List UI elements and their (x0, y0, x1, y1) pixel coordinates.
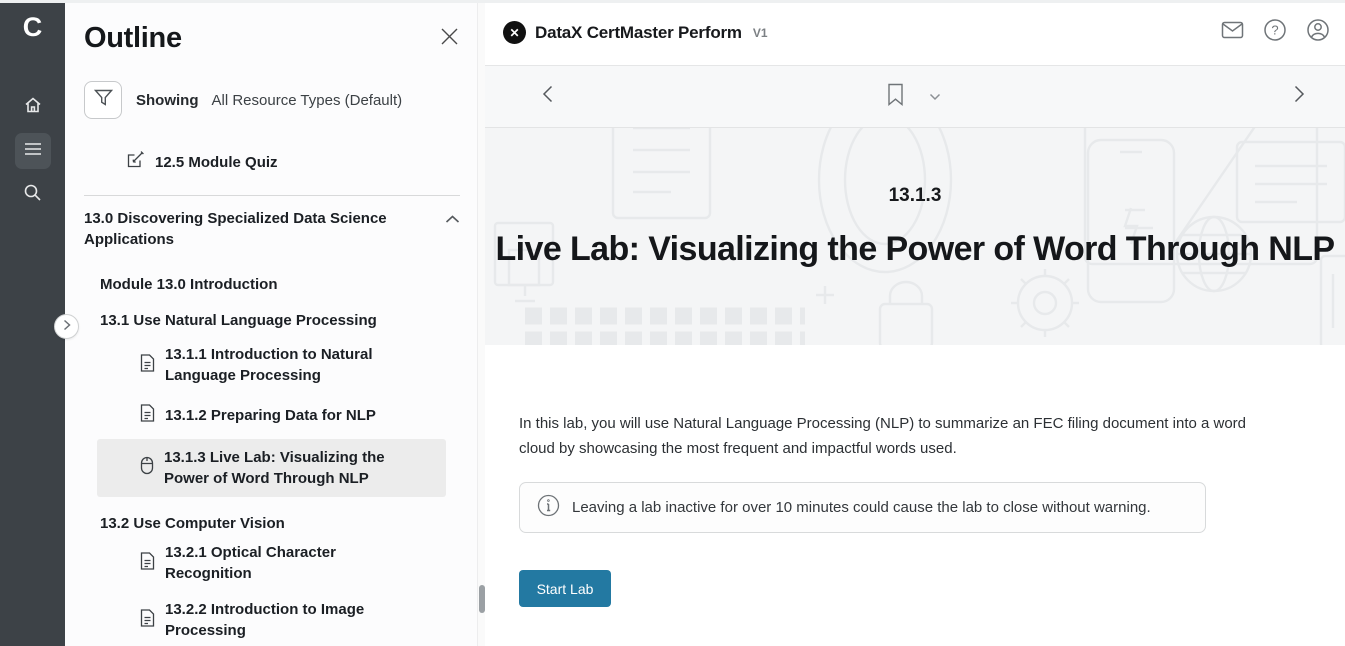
lesson-content: In this lab, you will use Natural Langua… (485, 345, 1345, 607)
notice-text: Leaving a lab inactive for over 10 minut… (572, 499, 1151, 516)
help-button[interactable]: ? (1262, 20, 1288, 46)
close-icon (440, 27, 459, 51)
lesson-nav-bar (485, 66, 1345, 128)
outline-item-13-2-1[interactable]: 13.2.1 Optical Character Recognition (84, 542, 460, 584)
chevron-right-icon (1294, 85, 1305, 108)
outline-item-label: 13.2.2 Introduction to Image Processing (165, 599, 393, 641)
outline-menu-button[interactable] (15, 133, 51, 169)
comptia-logo: C (23, 14, 43, 41)
course-header: ✕ DataX CertMaster Perform V1 ? (485, 0, 1345, 66)
outline-item-module-intro[interactable]: Module 13.0 Introduction (84, 276, 460, 293)
svg-text:?: ? (1271, 23, 1278, 38)
chevron-down-icon (929, 88, 941, 106)
outline-item-label: 12.5 Module Quiz (155, 154, 278, 171)
start-lab-button[interactable]: Start Lab (519, 570, 611, 607)
collapse-module-button[interactable] (445, 211, 460, 229)
messages-button[interactable] (1219, 20, 1245, 46)
account-icon (1306, 18, 1330, 47)
outline-item-13-2-2[interactable]: 13.2.2 Introduction to Image Processing (84, 599, 460, 641)
outline-scrollbar-thumb[interactable] (479, 585, 485, 613)
course-version-badge: V1 (753, 26, 768, 40)
help-icon: ? (1263, 18, 1287, 47)
account-button[interactable] (1305, 20, 1331, 46)
outline-item-label: 13.1.3 Live Lab: Visualizing the Power o… (164, 447, 392, 489)
lab-inactivity-notice: Leaving a lab inactive for over 10 minut… (519, 482, 1206, 533)
document-icon (140, 404, 155, 427)
outline-item-label: 13.1.2 Preparing Data for NLP (165, 405, 376, 426)
app-window: C Outline (0, 0, 1345, 646)
filter-value: All Resource Types (Default) (212, 92, 403, 109)
mouse-icon (140, 456, 154, 480)
datax-logo-icon: ✕ (503, 21, 526, 44)
document-icon (140, 552, 155, 575)
home-icon (23, 95, 43, 120)
home-button[interactable] (15, 89, 51, 125)
outline-item-13-1-2[interactable]: 13.1.2 Preparing Data for NLP (84, 404, 460, 427)
outline-divider (84, 195, 460, 196)
next-lesson-button[interactable] (1287, 85, 1311, 109)
mail-icon (1221, 21, 1244, 44)
filter-button[interactable] (84, 81, 122, 119)
document-icon (140, 609, 155, 632)
chevron-left-icon (542, 85, 553, 108)
lesson-number: 13.1.3 (889, 185, 942, 207)
filter-showing-label: Showing (136, 92, 199, 109)
chevron-up-icon (445, 211, 460, 228)
outline-scrollbar[interactable] (477, 0, 485, 646)
previous-lesson-button[interactable] (535, 85, 559, 109)
main-area: ✕ DataX CertMaster Perform V1 ? (485, 0, 1345, 646)
outline-item-13-1-1[interactable]: 13.1.1 Introduction to Natural Language … (84, 344, 460, 386)
info-icon (537, 494, 560, 522)
outline-item-13-1-3-selected[interactable]: 13.1.3 Live Lab: Visualizing the Power o… (97, 439, 446, 497)
outline-collapse-toggle[interactable] (54, 314, 79, 339)
document-icon (140, 354, 155, 377)
outline-item-13-2[interactable]: 13.2 Use Computer Vision (84, 515, 460, 532)
lesson-description: In this lab, you will use Natural Langua… (519, 411, 1256, 461)
edit-icon (126, 150, 145, 174)
chevron-right-icon (63, 318, 71, 336)
search-icon (23, 183, 42, 207)
lesson-banner: 13.1.3 Live Lab: Visualizing the Power o… (485, 128, 1345, 345)
outline-menu-icon (24, 142, 42, 161)
search-button[interactable] (15, 177, 51, 213)
brand: ✕ DataX CertMaster Perform V1 (503, 21, 768, 44)
funnel-icon (94, 89, 113, 112)
lesson-title: Live Lab: Visualizing the Power of Word … (496, 230, 1335, 269)
course-title: DataX CertMaster Perform (535, 23, 742, 43)
window-top-edge (0, 0, 1345, 3)
close-outline-button[interactable] (438, 28, 460, 50)
bookmark-menu-button[interactable] (923, 85, 947, 109)
outline-item-module-quiz[interactable]: 12.5 Module Quiz (84, 150, 460, 174)
bookmark-button[interactable] (883, 85, 907, 109)
outline-item-label: 13.0 Discovering Specialized Data Scienc… (84, 208, 414, 250)
outline-item-13-1[interactable]: 13.1 Use Natural Language Processing (84, 312, 460, 329)
outline-panel: Outline Showing All Resource Types (Defa… (65, 0, 485, 646)
outline-item-module-13[interactable]: 13.0 Discovering Specialized Data Scienc… (84, 208, 460, 250)
outline-item-label: 13.1.1 Introduction to Natural Language … (165, 344, 393, 386)
outline-item-label: 13.2.1 Optical Character Recognition (165, 542, 393, 584)
bookmark-icon (887, 83, 904, 111)
outline-title: Outline (84, 22, 182, 55)
